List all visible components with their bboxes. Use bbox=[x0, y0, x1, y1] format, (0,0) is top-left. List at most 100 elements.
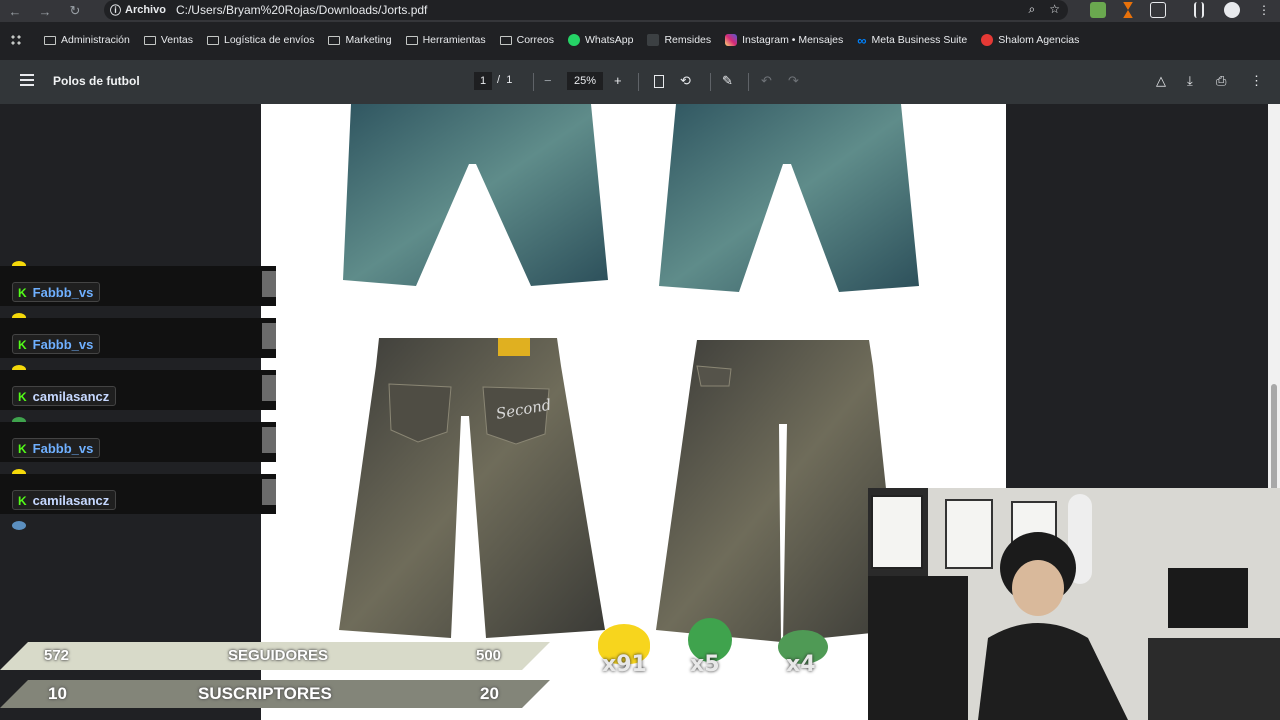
more-options-icon[interactable]: ⋮ bbox=[1250, 72, 1263, 90]
page-total: / 1 bbox=[497, 74, 513, 86]
site-chip-label: Archivo bbox=[125, 4, 166, 16]
gray-jorts-left: Second bbox=[339, 338, 605, 638]
puzzle-extensions-icon[interactable] bbox=[1150, 2, 1166, 18]
bookmark-star-icon[interactable]: ☆ bbox=[1049, 2, 1060, 17]
bookmark-label: Marketing bbox=[345, 34, 392, 46]
chat-username: K Fabbb_vs bbox=[12, 282, 101, 302]
reading-list-icon[interactable] bbox=[1194, 2, 1204, 18]
bookmark-administracion[interactable]: Administración bbox=[44, 34, 130, 46]
zoom-search-icon[interactable]: ⌕ bbox=[1029, 2, 1036, 17]
chat-username: Kcamilasancz bbox=[12, 386, 117, 406]
site-info-chip[interactable]: ⓘ Archivo bbox=[110, 2, 176, 18]
bookmark-label: Meta Business Suite bbox=[871, 34, 968, 46]
bookmark-meta[interactable]: ∞ Meta Business Suite bbox=[857, 33, 967, 48]
info-icon: ⓘ bbox=[110, 5, 121, 17]
undo-icon[interactable]: ↶ bbox=[761, 72, 772, 90]
chat-username: K Fabbb_vs bbox=[12, 438, 101, 458]
chat-message: Kcamilasancz bbox=[0, 362, 276, 426]
bookmark-remsides[interactable]: Remsides bbox=[647, 34, 711, 46]
kick-badge-icon: K bbox=[18, 285, 27, 300]
shalom-icon bbox=[981, 34, 994, 46]
streamer-webcam-image bbox=[868, 488, 1280, 720]
bookmark-marketing[interactable]: Marketing bbox=[328, 34, 392, 46]
emote-icon bbox=[12, 521, 26, 530]
subs-goal-bar: 10 SUSCRIPTORES 20 bbox=[0, 680, 550, 708]
instagram-icon bbox=[725, 34, 738, 46]
zoom-level-input[interactable]: 25% bbox=[567, 72, 603, 90]
chat-side-bar bbox=[262, 323, 276, 349]
chat-message: Kcamilasancz bbox=[0, 466, 276, 530]
apps-grid-icon[interactable] bbox=[10, 34, 22, 46]
right-gutter bbox=[1006, 104, 1268, 488]
back-icon[interactable]: ← bbox=[0, 4, 30, 19]
kick-badge-icon: K bbox=[18, 389, 27, 404]
folder-icon bbox=[499, 35, 512, 45]
rotate-icon[interactable]: ⟲ bbox=[680, 72, 691, 90]
folder-icon bbox=[44, 35, 56, 45]
subs-label: SUSCRIPTORES bbox=[198, 684, 332, 703]
annotate-pen-icon[interactable]: ✎ bbox=[722, 72, 733, 90]
bookmark-correos[interactable]: Correos bbox=[499, 34, 554, 46]
followers-goal-bar: 572 SEGUIDORES 500 bbox=[0, 642, 550, 670]
remsides-icon bbox=[647, 34, 660, 46]
omnibox[interactable]: ⓘ Archivo C:/Users/Bryam%20Rojas/Downloa… bbox=[104, 0, 1068, 20]
chat-message: K Fabbb_vs bbox=[0, 310, 276, 374]
print-icon[interactable]: ⎙ bbox=[1216, 72, 1226, 90]
emote-count: x91 bbox=[602, 652, 647, 677]
bookmark-herramientas[interactable]: Herramientas bbox=[405, 34, 486, 46]
subs-current: 10 bbox=[48, 684, 67, 703]
zoom-out-button[interactable]: − bbox=[544, 72, 552, 90]
pdf-toolbar: Polos de futbol 1 / 1 − 25% + ⟲ ✎ ↶ ↷ △ … bbox=[0, 60, 1280, 104]
chat-username: Kcamilasancz bbox=[12, 490, 117, 510]
bookmark-label: Herramientas bbox=[422, 34, 486, 46]
extension-green-icon[interactable] bbox=[1090, 2, 1106, 18]
profile-avatar[interactable] bbox=[1224, 2, 1240, 18]
sidebar-menu-icon[interactable] bbox=[20, 74, 34, 89]
bookmark-label: Instagram • Mensajes bbox=[742, 34, 844, 46]
folder-icon bbox=[328, 35, 341, 45]
bookmark-logistica[interactable]: Logística de envíos bbox=[207, 34, 314, 46]
blue-jorts-right bbox=[659, 104, 919, 292]
reload-icon[interactable]: ↻ bbox=[60, 3, 90, 19]
webcam-feed bbox=[868, 488, 1280, 720]
forward-icon[interactable]: → bbox=[30, 4, 60, 19]
toolbar-divider bbox=[748, 73, 749, 91]
page-number-input[interactable]: 1 bbox=[474, 72, 492, 90]
chat-side-bar bbox=[262, 479, 276, 505]
kick-badge-icon: K bbox=[18, 337, 27, 352]
gray-jorts-right bbox=[656, 340, 901, 642]
folder-icon bbox=[143, 35, 156, 45]
bookmarks-bar: Administración Ventas Logística de envío… bbox=[0, 28, 1280, 52]
redo-icon[interactable]: ↷ bbox=[788, 72, 799, 90]
browser-address-bar: ← → ↻ ⓘ Archivo C:/Users/Bryam%20Rojas/D… bbox=[0, 0, 1280, 22]
bookmark-shalom[interactable]: Shalom Agencias bbox=[981, 34, 1079, 46]
bookmark-whatsapp[interactable]: WhatsApp bbox=[567, 34, 634, 46]
chat-message: K Fabbb_vs bbox=[0, 414, 276, 478]
hourglass-extension-icon[interactable] bbox=[1123, 2, 1133, 18]
drive-save-icon[interactable]: △ bbox=[1156, 72, 1166, 90]
folder-icon bbox=[207, 35, 219, 45]
pdf-title: Polos de futbol bbox=[53, 74, 140, 88]
followers-label: SEGUIDORES bbox=[228, 647, 329, 664]
chat-side-bar bbox=[262, 271, 276, 297]
meta-icon: ∞ bbox=[857, 32, 867, 48]
toolbar-divider bbox=[533, 73, 534, 91]
zoom-in-button[interactable]: + bbox=[614, 72, 622, 90]
folder-icon bbox=[405, 35, 418, 45]
bookmark-instagram[interactable]: Instagram • Mensajes bbox=[725, 34, 843, 46]
bookmark-ventas[interactable]: Ventas bbox=[143, 34, 193, 46]
toolbar-divider bbox=[638, 73, 639, 91]
chat-side-bar bbox=[262, 375, 276, 401]
url-text[interactable]: C:/Users/Bryam%20Rojas/Downloads/Jorts.p… bbox=[176, 3, 427, 17]
download-icon[interactable]: ⤓ bbox=[1187, 72, 1193, 90]
fit-page-icon[interactable] bbox=[654, 75, 664, 88]
subs-goal: 20 bbox=[480, 684, 499, 703]
bookmark-label: Logística de envíos bbox=[224, 34, 315, 46]
bookmark-label: Administración bbox=[61, 34, 130, 46]
chat-message: K Fabbb_vs bbox=[0, 258, 276, 322]
bookmark-label: Ventas bbox=[160, 34, 193, 46]
browser-menu-icon[interactable]: ⋮ bbox=[1258, 3, 1270, 17]
kick-badge-icon: K bbox=[18, 493, 27, 508]
bookmark-label: WhatsApp bbox=[584, 34, 634, 46]
bookmark-label: Remsides bbox=[664, 34, 712, 46]
